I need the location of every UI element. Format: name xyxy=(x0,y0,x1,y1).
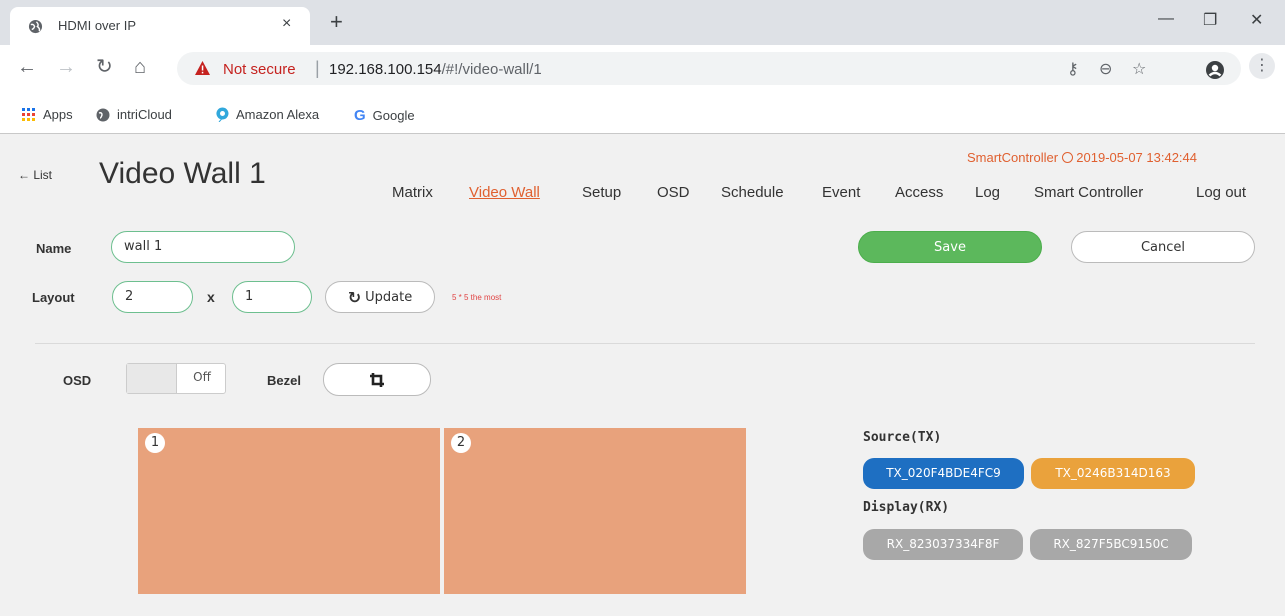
new-tab-icon[interactable]: + xyxy=(330,11,343,33)
google-icon: G xyxy=(354,107,366,124)
url-text: 192.168.100.154/#!/video-wall/1 xyxy=(329,61,542,78)
wall-screen[interactable]: 2 xyxy=(444,428,746,594)
refresh-icon: ↻ xyxy=(347,287,362,307)
bezel-label: Bezel xyxy=(267,373,301,388)
home-icon[interactable]: ⌂ xyxy=(134,56,146,78)
url-separator: | xyxy=(315,58,320,78)
tab-close-icon[interactable]: × xyxy=(282,15,291,33)
nav-setup[interactable]: Setup xyxy=(582,184,621,201)
page-title: Video Wall 1 xyxy=(99,157,266,190)
nav-video-wall[interactable]: Video Wall xyxy=(469,184,540,201)
nav-log[interactable]: Log xyxy=(975,184,1000,201)
name-label: Name xyxy=(36,241,72,256)
back-arrow-icon[interactable]: ← xyxy=(17,56,37,78)
tab-title: HDMI over IP xyxy=(58,18,137,33)
crop-icon xyxy=(370,372,384,387)
bookmarks-bar: Apps intriCloud Amazon Alexa G Google xyxy=(0,96,1285,134)
bookmark-amazon-alexa[interactable]: Amazon Alexa xyxy=(216,107,319,122)
display-chip[interactable]: RX_823037334F8F xyxy=(863,529,1023,560)
section-divider xyxy=(35,343,1255,344)
browser-toolbar: ← → ↻ ⌂ Not secure | 192.168.100.154/#!/… xyxy=(0,45,1285,96)
toggle-knob xyxy=(127,364,177,393)
nav-access[interactable]: Access xyxy=(895,184,943,201)
osd-label: OSD xyxy=(63,373,92,388)
nav-osd[interactable]: OSD xyxy=(657,184,690,201)
nav-smart-controller[interactable]: Smart Controller xyxy=(1034,184,1143,201)
nav-matrix[interactable]: Matrix xyxy=(392,184,433,201)
name-input[interactable]: wall 1 xyxy=(111,231,295,263)
minimize-icon[interactable]: — xyxy=(1158,10,1174,28)
reload-icon[interactable]: ↻ xyxy=(96,56,113,78)
globe-icon xyxy=(28,19,43,34)
nav-event[interactable]: Event xyxy=(822,184,860,201)
globe-icon xyxy=(96,108,110,121)
bookmark-google[interactable]: G Google xyxy=(354,107,415,124)
not-secure-label: Not secure xyxy=(223,61,296,78)
controller-time: 2019-05-07 13:42:44 xyxy=(1076,150,1197,165)
layout-hint: 5 * 5 the most xyxy=(452,293,502,302)
save-button[interactable]: Save xyxy=(858,231,1042,263)
apps-grid-icon xyxy=(22,107,35,121)
address-bar[interactable]: Not secure | 192.168.100.154/#!/video-wa… xyxy=(177,52,1241,85)
bookmark-intricloud[interactable]: intriCloud xyxy=(96,107,172,122)
layout-rows-input[interactable]: 1 xyxy=(232,281,312,313)
source-chip[interactable]: TX_0246B314D163 xyxy=(1031,458,1195,489)
source-title: Source(TX) xyxy=(863,430,942,445)
update-button[interactable]: ↻ Update xyxy=(325,281,435,313)
forward-arrow-icon[interactable]: → xyxy=(56,56,76,78)
star-icon[interactable]: ☆ xyxy=(1132,59,1146,79)
restore-icon[interactable]: ❐ xyxy=(1203,10,1217,30)
warning-icon xyxy=(195,61,210,75)
bookmark-apps[interactable]: Apps xyxy=(22,107,73,122)
back-to-list-link[interactable]: ← List xyxy=(18,168,52,182)
update-label: Update xyxy=(365,289,413,305)
layout-label: Layout xyxy=(32,290,75,305)
wall-screen[interactable]: 1 xyxy=(138,428,440,594)
source-chip[interactable]: TX_020F4BDE4FC9 xyxy=(863,458,1024,489)
browser-tab-bar: HDMI over IP × + — ❐ ✕ xyxy=(0,0,1285,45)
screen-number: 1 xyxy=(145,433,165,453)
key-icon[interactable]: ⚷ xyxy=(1067,59,1079,79)
close-window-icon[interactable]: ✕ xyxy=(1250,10,1263,30)
controller-status: SmartController 2019-05-07 13:42:44 xyxy=(967,150,1197,165)
osd-toggle-state: Off xyxy=(193,370,211,384)
layout-columns-input[interactable]: 2 xyxy=(112,281,193,313)
nav-log-out[interactable]: Log out xyxy=(1196,184,1246,201)
cancel-button[interactable]: Cancel xyxy=(1071,231,1255,263)
alexa-icon xyxy=(216,107,229,122)
nav-schedule[interactable]: Schedule xyxy=(721,184,784,201)
osd-toggle[interactable]: Off xyxy=(126,363,226,394)
layout-times-sign: x xyxy=(207,289,215,305)
profile-icon[interactable] xyxy=(1205,60,1225,80)
display-chip[interactable]: RX_827F5BC9150C xyxy=(1030,529,1192,560)
controller-label: SmartController xyxy=(967,150,1059,165)
zoom-icon[interactable]: ⊖ xyxy=(1099,59,1112,79)
display-title: Display(RX) xyxy=(863,500,950,515)
bezel-button[interactable] xyxy=(323,363,431,396)
menu-kebab-icon[interactable]: ⋮ xyxy=(1249,53,1275,79)
clock-icon xyxy=(1061,152,1073,163)
browser-tab[interactable]: HDMI over IP × xyxy=(10,7,310,45)
screen-number: 2 xyxy=(451,433,471,453)
